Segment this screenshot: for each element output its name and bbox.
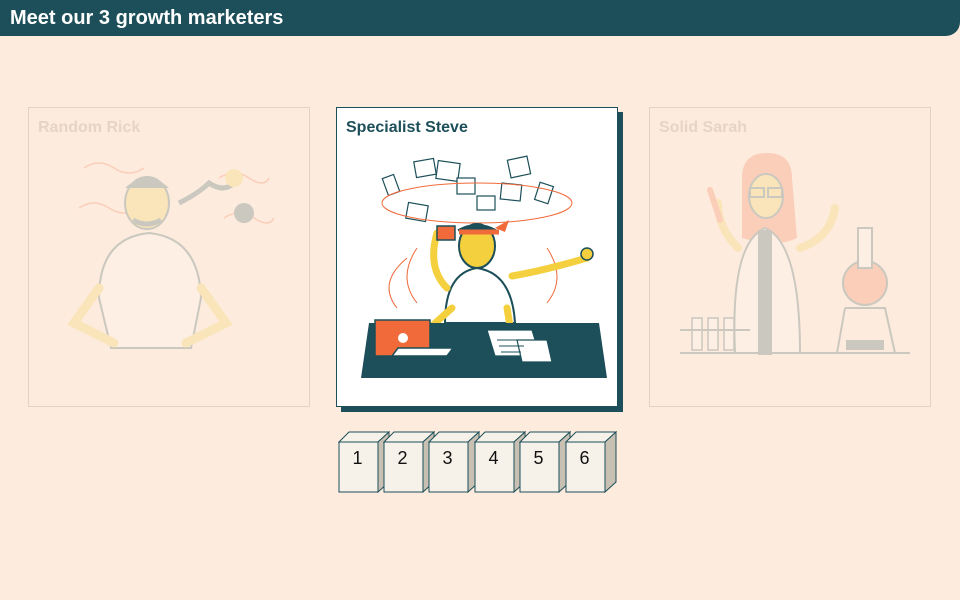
page-number: 5 bbox=[533, 448, 544, 468]
page-number: 3 bbox=[442, 448, 453, 468]
marketer-card-solid-sarah[interactable]: Solid Sarah bbox=[649, 107, 931, 407]
page-number: 1 bbox=[352, 448, 363, 468]
marketer-card-random-rick[interactable]: Random Rick bbox=[28, 107, 310, 407]
marketer-card-specialist-steve[interactable]: Specialist Steve bbox=[336, 107, 618, 407]
page-number: 6 bbox=[579, 448, 590, 468]
solid-sarah-illustration bbox=[680, 153, 910, 355]
page-selector: 1 2 3 4 5 6 bbox=[338, 431, 628, 493]
page-button-3[interactable]: 3 bbox=[428, 431, 480, 493]
random-rick-illustration bbox=[67, 162, 275, 349]
page-button-5[interactable]: 5 bbox=[519, 431, 571, 493]
page-number: 4 bbox=[488, 448, 499, 468]
specialist-steve-illustration bbox=[361, 155, 607, 378]
page-button-6[interactable]: 6 bbox=[565, 431, 617, 493]
page-header: Meet our 3 growth marketers bbox=[0, 0, 960, 36]
page-number: 2 bbox=[397, 448, 408, 468]
page-title: Meet our 3 growth marketers bbox=[10, 7, 284, 29]
